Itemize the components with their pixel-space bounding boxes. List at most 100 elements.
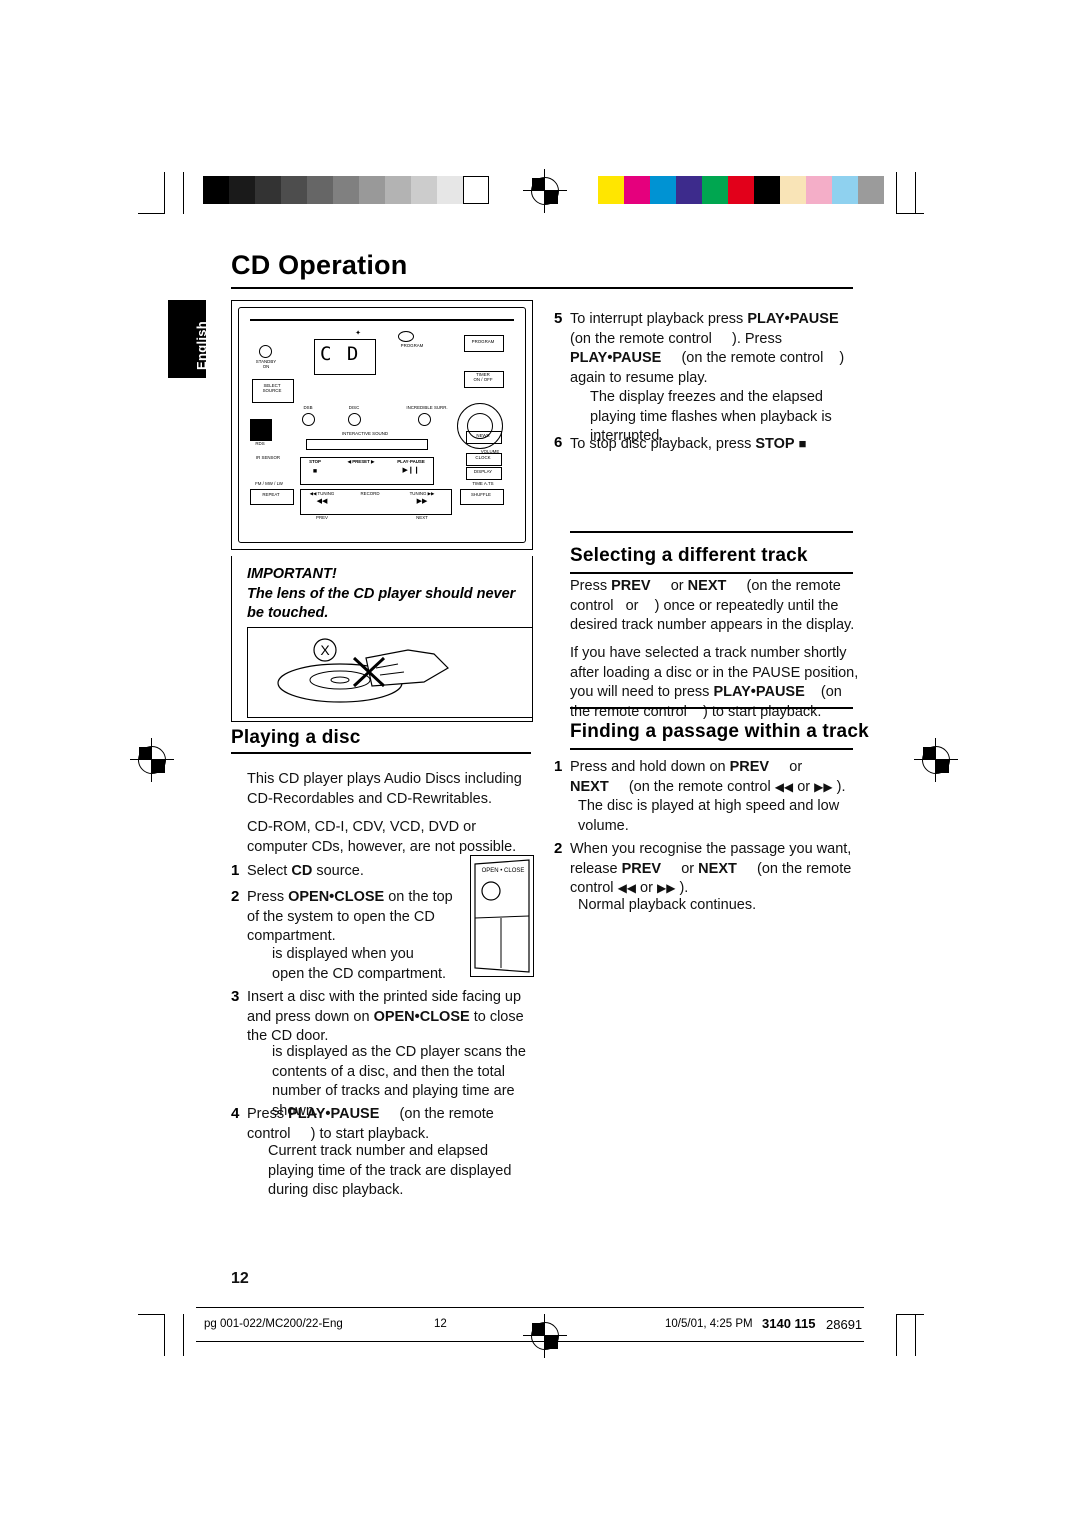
finding-step-2-note: Normal playback continues. — [578, 897, 757, 913]
program-indicator-label: PROGRAM — [400, 343, 424, 348]
disc-label: DISC — [348, 405, 360, 410]
footer-code-bold: 3140 115 — [762, 1316, 816, 1331]
grayscale-calibration-bar — [203, 176, 489, 204]
rds-label: RDS — [255, 441, 265, 446]
dsb-label: DSB — [303, 405, 313, 410]
color-swatch-4 — [702, 176, 728, 204]
selecting-track-rule-top — [570, 531, 853, 533]
color-swatch-0 — [598, 176, 624, 204]
dsb-knob[interactable] — [302, 413, 315, 426]
heading-playing-rule — [231, 752, 531, 754]
tuning-right-label: TUNING ▶▶ — [409, 491, 435, 496]
step-4-text: Press PLAY•PAUSE (on the remote control … — [247, 1106, 494, 1142]
interactive-sound-bar — [306, 439, 428, 450]
gray-swatch-9 — [437, 176, 463, 204]
display-panel: C D — [314, 339, 376, 375]
important-text: The lens of the CD player should never b… — [247, 586, 516, 621]
preset-label: ◀ PRESET ▶ — [347, 459, 375, 464]
gray-swatch-1 — [229, 176, 255, 204]
news-label: NEWS — [476, 433, 490, 438]
gray-swatch-8 — [411, 176, 437, 204]
crop-mark-bottom-right-v2 — [915, 1314, 917, 1356]
disc-knob[interactable] — [348, 413, 361, 426]
stop-icon[interactable]: ■ — [302, 468, 328, 475]
rds-badge — [250, 419, 272, 441]
step-2-text: Press OPEN•CLOSE on the top of the syste… — [247, 889, 453, 944]
registration-target-bottom — [523, 1314, 567, 1358]
brand-logo: ✦ — [355, 330, 361, 337]
standby-label: STANDBY ON — [255, 359, 277, 369]
stereo-unit-illustration: STANDBY ON ✦ PROGRAM C D PROGRAM TIMER O… — [231, 300, 533, 550]
svg-text:X: X — [320, 642, 330, 658]
crop-mark-top-left-h — [138, 213, 165, 215]
footer-rule-bottom — [196, 1341, 864, 1342]
heading-finding-passage: Finding a passage within a track — [570, 721, 869, 742]
playpause-label: PLAY·PAUSE — [397, 459, 425, 464]
color-swatch-1 — [624, 176, 650, 204]
page-number: 12 — [231, 1270, 249, 1287]
next-label: NEXT — [416, 515, 428, 520]
incredible-surround-label: INCREDIBLE SURR. — [406, 405, 448, 410]
footer-code: 28691 — [826, 1317, 863, 1332]
prev-icon[interactable]: ◀◀ — [302, 498, 342, 505]
repeat-label: REPEAT — [262, 492, 280, 497]
open-close-illustration: OPEN • CLOSE — [470, 855, 534, 977]
language-tab-label: English — [194, 320, 209, 370]
color-swatch-9 — [832, 176, 858, 204]
step-4-number: 4 — [231, 1105, 240, 1122]
step-2-number: 2 — [231, 888, 240, 905]
footer-filename: pg 001-022/MC200/22-Eng — [204, 1318, 343, 1330]
step-3-number: 3 — [231, 988, 240, 1005]
color-swatch-10 — [858, 176, 884, 204]
step-4-note: Current track number and elapsed playing… — [268, 1143, 512, 1198]
gray-swatch-4 — [307, 176, 333, 204]
next-icon[interactable]: ▶▶ — [400, 498, 444, 505]
standby-button[interactable] — [259, 345, 272, 358]
gray-swatch-3 — [281, 176, 307, 204]
timer-button-label: TIMER ON / OFF — [473, 372, 493, 382]
registration-target-top — [523, 169, 567, 213]
step-6-number: 6 — [554, 434, 563, 451]
gray-swatch-5 — [333, 176, 359, 204]
gray-swatch-2 — [255, 176, 281, 204]
important-heading: IMPORTANT! — [247, 566, 337, 582]
color-swatch-8 — [806, 176, 832, 204]
crop-mark-top-right-v2 — [915, 172, 917, 214]
display-text: C D — [320, 343, 361, 365]
gray-swatch-10 — [463, 176, 489, 204]
selecting-track-paragraph-2: If you have selected a track number shor… — [570, 645, 859, 720]
shuffle-label: SHUFFLE — [470, 492, 491, 497]
finding-step-1-number: 1 — [554, 758, 563, 775]
playpause-icon[interactable]: ▶❙❙ — [390, 467, 432, 474]
footer-page: 12 — [434, 1318, 447, 1330]
color-swatch-6 — [754, 176, 780, 204]
page-title: CD Operation — [231, 250, 408, 280]
gray-swatch-6 — [359, 176, 385, 204]
lens-warning-illustration: X — [247, 627, 533, 718]
crop-mark-bottom-left-h — [138, 1314, 165, 1316]
finding-step-1-note: The disc is played at high speed and low… — [578, 798, 840, 834]
unit-top-shelf — [250, 319, 514, 321]
clock-label: CLOCK — [475, 455, 491, 460]
color-swatch-5 — [728, 176, 754, 204]
prev-label: PREV — [316, 515, 328, 520]
registration-target-left — [130, 738, 174, 782]
record-label: RECORD — [360, 491, 380, 496]
crop-mark-top-right-h — [897, 213, 924, 215]
registration-target-right — [914, 738, 958, 782]
stop-label: STOP — [309, 459, 321, 464]
heading-selecting-track: Selecting a different track — [570, 545, 808, 566]
crop-mark-top-left-v2 — [183, 172, 185, 214]
open-close-drawing: OPEN • CLOSE — [474, 859, 530, 973]
step-5-number: 5 — [554, 310, 563, 327]
gray-swatch-0 — [203, 176, 229, 204]
step-5-text: To interrupt playback press PLAY•PAUSE (… — [570, 311, 845, 386]
fm-mw-lw-label: FM / MW / LW — [255, 481, 283, 486]
select-source-label: SELECT SOURCE — [262, 383, 282, 393]
document-page: CD Operation English STANDBY ON ✦ PROGRA… — [0, 0, 1080, 1528]
surround-knob[interactable] — [418, 413, 431, 426]
step-6-text: To stop disc playback, press STOP ■ — [570, 436, 807, 452]
color-swatch-7 — [780, 176, 806, 204]
cd-logo-icon — [398, 331, 414, 342]
color-calibration-bar — [598, 176, 884, 204]
